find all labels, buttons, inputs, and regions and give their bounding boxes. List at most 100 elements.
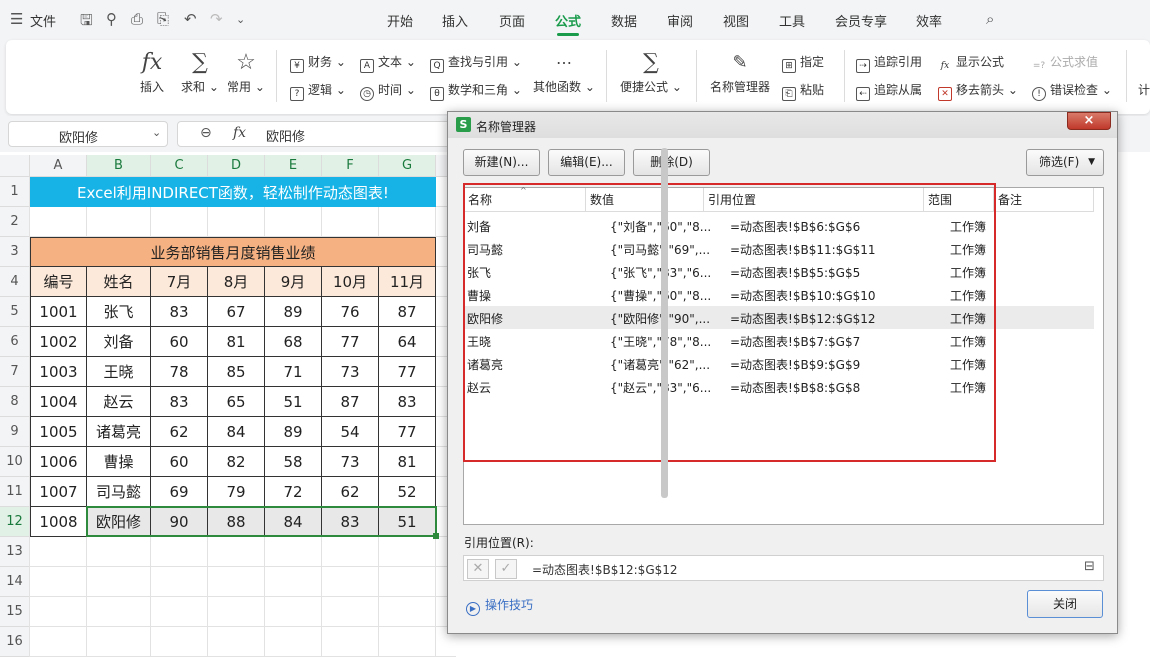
row-header[interactable]: 7 bbox=[0, 357, 30, 387]
select-all-corner[interactable] bbox=[0, 155, 30, 177]
scrollbar[interactable] bbox=[661, 148, 668, 498]
table-cell[interactable]: 69 bbox=[151, 477, 208, 507]
table-cell[interactable]: 76 bbox=[322, 297, 379, 327]
table-cell[interactable]: 82 bbox=[208, 447, 265, 477]
table-cell[interactable]: 65 bbox=[208, 387, 265, 417]
table-cell[interactable]: 诸葛亮 bbox=[87, 417, 151, 447]
tab-page[interactable]: 页面 bbox=[499, 11, 525, 30]
table-cell[interactable]: 87 bbox=[379, 297, 436, 327]
tab-view[interactable]: 视图 bbox=[723, 11, 749, 30]
other-functions-button[interactable]: ⋯ 其他函数 ⌄ bbox=[533, 48, 595, 95]
row-header[interactable]: 9 bbox=[0, 417, 30, 447]
column-header-a[interactable]: A bbox=[30, 155, 87, 177]
delete-button[interactable]: 删除(D) bbox=[633, 149, 710, 176]
list-item[interactable]: 司马懿{"司马懿","69",...=动态图表!$B$11:$G$11工作簿 bbox=[464, 237, 1094, 260]
table-cell[interactable]: 78 bbox=[151, 357, 208, 387]
trace-dependents-button[interactable]: ⇠ 追踪从属 bbox=[856, 81, 922, 101]
table-cell[interactable]: 77 bbox=[379, 357, 436, 387]
table-cell[interactable]: 71 bbox=[265, 357, 322, 387]
row-header[interactable]: 1 bbox=[0, 177, 30, 207]
table-cell[interactable]: 64 bbox=[379, 327, 436, 357]
column-header-d[interactable]: D bbox=[208, 155, 265, 177]
column-header-ref[interactable]: 引用位置 bbox=[704, 188, 924, 212]
tab-data[interactable]: 数据 bbox=[611, 11, 637, 30]
table-header-cell[interactable]: 编号 bbox=[30, 267, 87, 297]
row-header[interactable]: 3 bbox=[0, 237, 30, 267]
finance-button[interactable]: ¥ 财务 ⌄ bbox=[290, 53, 346, 73]
table-cell[interactable]: 51 bbox=[379, 507, 436, 537]
table-cell[interactable]: 1002 bbox=[30, 327, 87, 357]
row-header[interactable]: 15 bbox=[0, 597, 30, 627]
list-item[interactable]: 诸葛亮{"诸葛亮","62",...=动态图表!$B$9:$G$9工作簿 bbox=[464, 352, 1094, 375]
new-button[interactable]: 新建(N)... bbox=[463, 149, 540, 176]
row-header[interactable]: 12 bbox=[0, 507, 30, 537]
column-header-value[interactable]: 数值 bbox=[586, 188, 704, 212]
tab-efficiency[interactable]: 效率 bbox=[916, 11, 942, 30]
table-cell[interactable]: 79 bbox=[208, 477, 265, 507]
table-header-cell[interactable]: 9月 bbox=[265, 267, 322, 297]
zoom-icon[interactable]: ⊖ bbox=[200, 125, 212, 141]
row-header[interactable]: 10 bbox=[0, 447, 30, 477]
confirm-icon[interactable]: ✓ bbox=[495, 559, 517, 579]
insert-function-button[interactable]: fx 插入 bbox=[136, 48, 168, 95]
table-cell[interactable]: 1007 bbox=[30, 477, 87, 507]
name-manager-button[interactable]: ✎ 名称管理器 bbox=[706, 48, 774, 95]
table-cell[interactable]: 87 bbox=[322, 387, 379, 417]
table-cell[interactable]: 62 bbox=[322, 477, 379, 507]
row-header[interactable]: 4 bbox=[0, 267, 30, 297]
table-cell[interactable]: 1008 bbox=[30, 507, 87, 537]
list-item[interactable]: 赵云{"赵云","83","6...=动态图表!$B$8:$G$8工作簿 bbox=[464, 375, 1094, 398]
table-cell[interactable]: 58 bbox=[265, 447, 322, 477]
format-painter-icon[interactable]: ⚲ bbox=[106, 10, 117, 28]
table-cell[interactable]: 1004 bbox=[30, 387, 87, 417]
table-cell[interactable]: 王晓 bbox=[87, 357, 151, 387]
table-cell[interactable]: 1003 bbox=[30, 357, 87, 387]
name-box[interactable]: 欧阳修 ⌄ bbox=[8, 121, 168, 147]
tab-formula[interactable]: 公式 bbox=[555, 11, 581, 30]
table-cell[interactable]: 83 bbox=[151, 387, 208, 417]
file-menu[interactable]: 文件 bbox=[30, 11, 56, 30]
fill-handle[interactable] bbox=[433, 533, 439, 539]
table-cell[interactable]: 51 bbox=[265, 387, 322, 417]
column-header-f[interactable]: F bbox=[322, 155, 379, 177]
table-cell[interactable]: 62 bbox=[151, 417, 208, 447]
row-header[interactable]: 2 bbox=[0, 207, 30, 237]
menu-icon[interactable]: ☰ bbox=[10, 10, 23, 28]
lookup-button[interactable]: Q 查找与引用 ⌄ bbox=[430, 53, 522, 73]
table-cell[interactable]: 68 bbox=[265, 327, 322, 357]
list-item[interactable]: 刘备{"刘备","60","8...=动态图表!$B$6:$G$6工作簿 bbox=[464, 214, 1094, 237]
table-cell[interactable]: 85 bbox=[208, 357, 265, 387]
dialog-title-bar[interactable]: S 名称管理器 × bbox=[448, 112, 1117, 138]
time-button[interactable]: ◷ 时间 ⌄ bbox=[360, 81, 416, 101]
logic-button[interactable]: ? 逻辑 ⌄ bbox=[290, 81, 346, 101]
list-item[interactable]: 曹操{"曹操","60","8...=动态图表!$B$10:$G$10工作簿 bbox=[464, 283, 1094, 306]
error-check-button[interactable]: ! 错误检查 ⌄ bbox=[1032, 81, 1112, 101]
table-cell[interactable]: 1006 bbox=[30, 447, 87, 477]
table-cell[interactable]: 89 bbox=[265, 297, 322, 327]
table-cell[interactable]: 77 bbox=[322, 327, 379, 357]
column-header-note[interactable]: 备注 bbox=[994, 188, 1094, 212]
table-cell[interactable]: 83 bbox=[379, 387, 436, 417]
table-cell[interactable]: 60 bbox=[151, 447, 208, 477]
row-header[interactable]: 11 bbox=[0, 477, 30, 507]
collapse-dialog-icon[interactable]: ⊟ bbox=[1084, 559, 1095, 574]
print-icon[interactable]: ⎙ bbox=[131, 10, 143, 28]
table-cell[interactable]: 90 bbox=[151, 507, 208, 537]
table-cell[interactable]: 73 bbox=[322, 447, 379, 477]
table-header-cell[interactable]: 姓名 bbox=[87, 267, 151, 297]
table-cell[interactable]: 77 bbox=[379, 417, 436, 447]
table-header-cell[interactable]: 8月 bbox=[208, 267, 265, 297]
tab-tools[interactable]: 工具 bbox=[779, 11, 805, 30]
print-preview-icon[interactable]: ⎘ bbox=[157, 10, 169, 28]
table-cell[interactable]: 1005 bbox=[30, 417, 87, 447]
column-header-scope[interactable]: 范围 bbox=[924, 188, 994, 212]
cancel-icon[interactable]: ✕ bbox=[467, 559, 489, 579]
table-cell[interactable]: 89 bbox=[265, 417, 322, 447]
table-cell[interactable]: 1001 bbox=[30, 297, 87, 327]
column-header-name[interactable]: 名称 ^ bbox=[464, 186, 586, 212]
tips-link[interactable]: ▶ 操作技巧 bbox=[466, 596, 533, 616]
row-header[interactable]: 5 bbox=[0, 297, 30, 327]
fx-icon[interactable]: fx bbox=[233, 125, 246, 141]
close-icon[interactable]: × bbox=[1067, 112, 1111, 130]
column-header-b[interactable]: B bbox=[87, 155, 151, 177]
